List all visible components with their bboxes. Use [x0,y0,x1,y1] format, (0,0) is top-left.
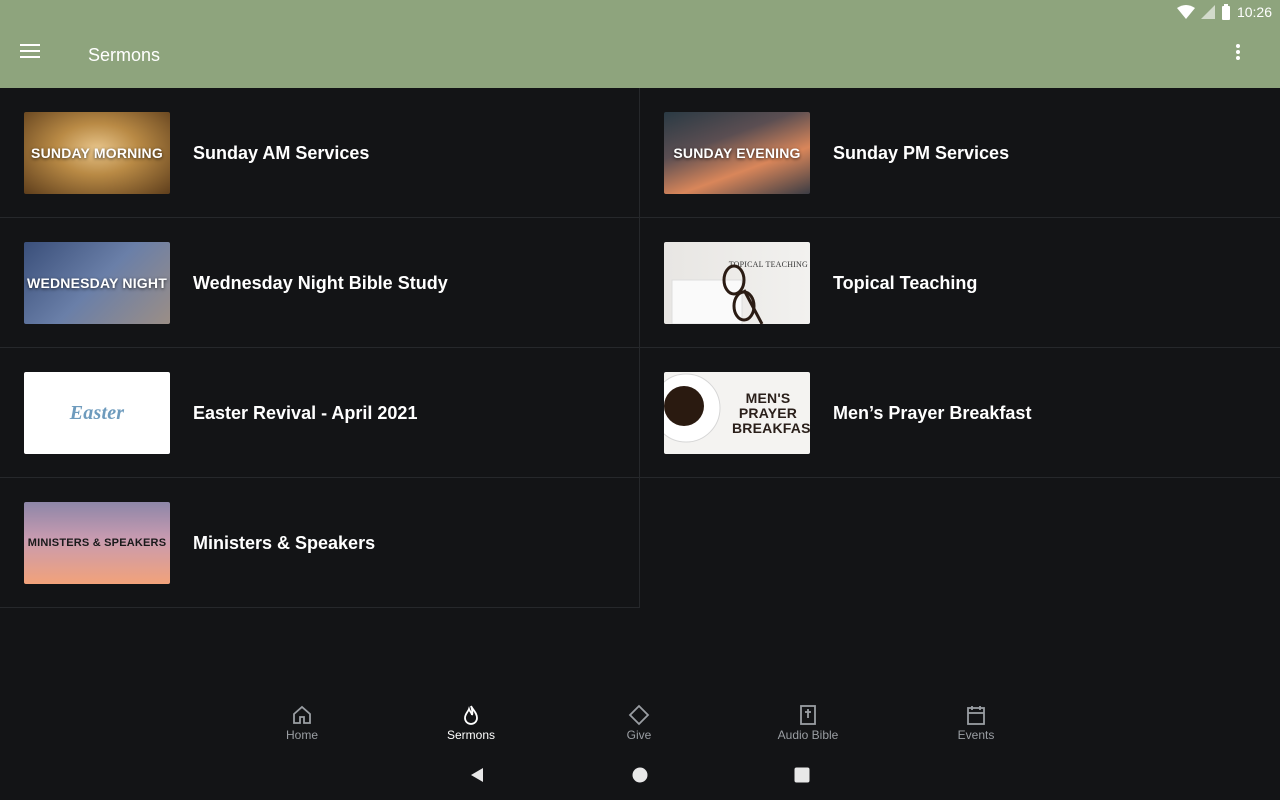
bible-icon [800,705,816,725]
hamburger-icon [20,44,40,58]
series-title: Easter Revival - April 2021 [193,403,418,423]
series-title: Wednesday Night Bible Study [193,273,448,293]
series-item-sunday-am[interactable]: SUNDAY MORNING Sunday AM Services [0,88,640,218]
nav-sermons[interactable]: Sermons [421,704,521,742]
home-icon [293,705,311,724]
nav-events[interactable]: Events [926,704,1026,742]
series-thumbnail: Easter [24,372,170,454]
series-item-topical-teaching[interactable]: TOPICAL TEACHING Topical Teaching [640,218,1280,348]
series-thumbnail: SUNDAY MORNING [24,112,170,194]
series-thumbnail: SUNDAY EVENING [664,112,810,194]
diamond-icon [628,704,650,726]
nav-give[interactable]: Give [589,704,689,742]
nav-home[interactable]: Home [252,704,352,742]
series-item-easter-revival[interactable]: Easter Easter Revival - April 2021 [0,348,640,478]
series-item-ministers-speakers[interactable]: MINISTERS & SPEAKERS Ministers & Speaker… [0,478,640,608]
signal-icon [1200,5,1215,19]
wifi-icon [1176,5,1195,19]
series-title: Men’s Prayer Breakfast [833,403,1032,423]
system-navigation-bar [0,752,1280,800]
back-button[interactable] [468,766,488,786]
back-triangle-icon [471,768,483,782]
flame-icon [464,705,478,725]
series-thumbnail: MEN'S PRAYER BREAKFAST [664,372,810,454]
home-circle-icon [632,767,648,783]
recents-square-icon [794,767,810,783]
series-thumbnail: WEDNESDAY NIGHT [24,242,170,324]
series-item-mens-prayer-breakfast[interactable]: MEN'S PRAYER BREAKFAST Men’s Prayer Brea… [640,348,1280,478]
nav-audio-bible[interactable]: Audio Bible [758,704,858,742]
overflow-menu-button[interactable] [1236,44,1260,68]
page-title: Sermons [88,45,161,65]
series-item-sunday-pm[interactable]: SUNDAY EVENING Sunday PM Services [640,88,1280,218]
series-thumbnail: TOPICAL TEACHING [664,242,810,324]
app-bar: Sermons [0,24,1280,88]
bottom-navigation: Home Sermons Give Audio Bible Events [0,690,1280,750]
status-bar: 10:26 [0,0,1280,24]
series-title: Topical Teaching [833,273,978,293]
home-system-button[interactable] [631,766,651,786]
series-title: Sunday AM Services [193,143,370,163]
calendar-icon [967,706,985,725]
status-time: 10:26 [1236,4,1272,20]
menu-button[interactable] [20,44,52,68]
recents-button[interactable] [793,766,813,786]
glasses-icon [671,264,764,324]
series-thumbnail: MINISTERS & SPEAKERS [24,502,170,584]
more-vert-icon [1236,44,1240,60]
sermon-series-grid: SUNDAY MORNING Sunday AM Services SUNDAY… [0,88,1280,608]
series-item-wednesday-night[interactable]: WEDNESDAY NIGHT Wednesday Night Bible St… [0,218,640,348]
series-title: Ministers & Speakers [193,533,376,553]
battery-icon [1221,4,1230,20]
series-title: Sunday PM Services [833,143,1010,163]
